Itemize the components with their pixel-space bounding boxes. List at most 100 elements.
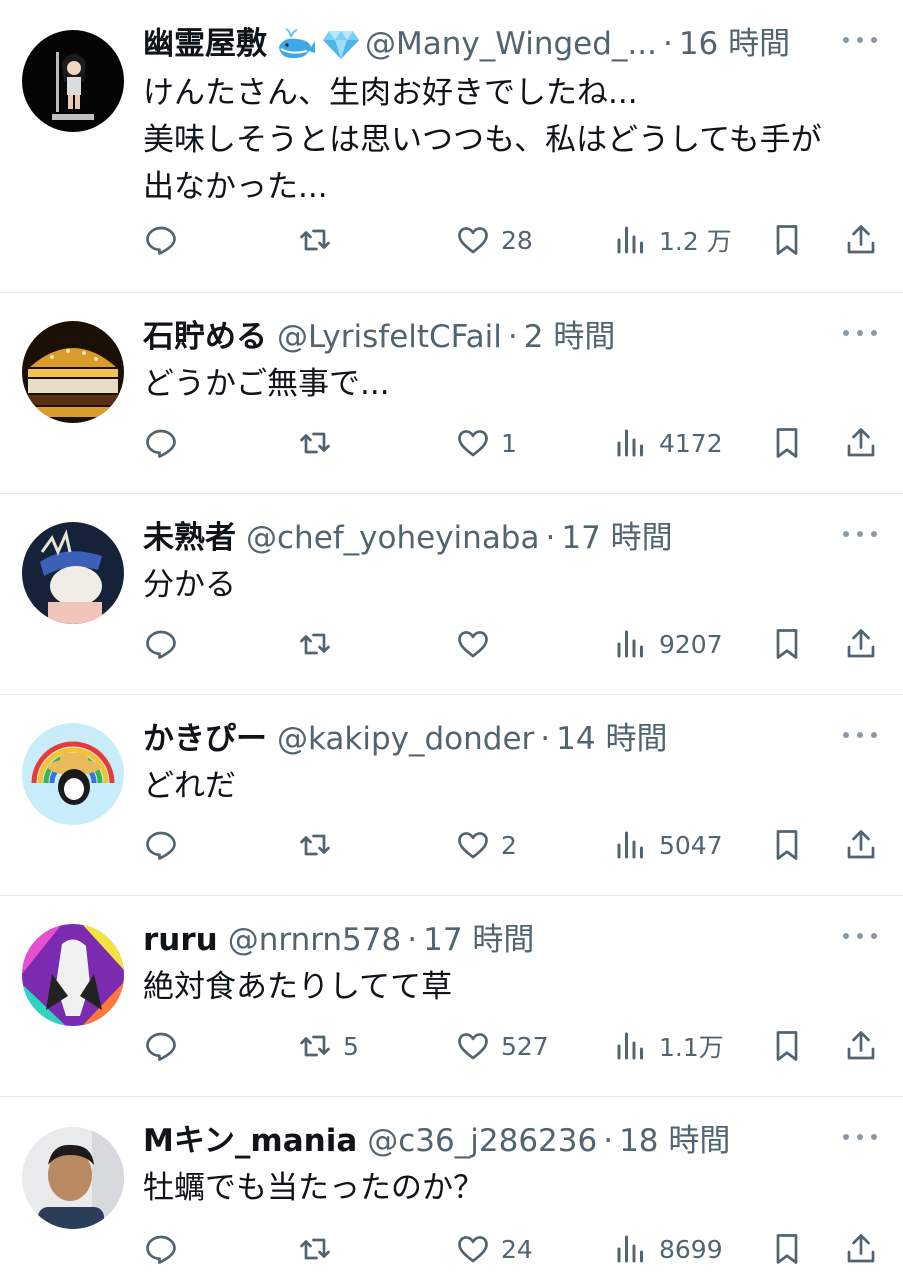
views-icon [617,831,643,859]
tweet-actions: 9207 [143,622,877,666]
retweet-button[interactable]: 5 [297,1024,359,1068]
retweet-button[interactable] [297,218,343,262]
display-name[interactable]: 未熟者 [143,512,236,564]
tweet[interactable]: ruru @nrnrn578 · 17 時間 絶対食あたりしてて草 5 527 [0,895,903,1096]
display-name[interactable]: かきぴー [143,713,267,765]
reply-button[interactable] [143,1227,189,1271]
tweet-text: 絶対食あたりしてて草 [143,964,873,1011]
reply-icon [146,831,176,860]
views-button[interactable]: 4172 [613,421,723,465]
reply-button[interactable] [143,823,189,867]
view-count: 5047 [659,830,723,860]
tweet[interactable]: 石貯める @LyrisfeltCFail · 2 時間 どうかご無事で... 1 [0,292,903,493]
more-icon[interactable] [843,323,877,343]
reply-icon [146,630,176,659]
more-icon[interactable] [843,524,877,544]
reply-icon [146,1032,176,1061]
like-button[interactable]: 24 [455,1227,533,1271]
like-button[interactable]: 1 [455,421,517,465]
more-icon[interactable] [843,30,877,50]
user-handle[interactable]: @LyrisfeltCFail [277,311,502,363]
retweet-button[interactable] [297,823,343,867]
bookmark-button[interactable] [769,1024,815,1068]
tweet[interactable]: 幽霊屋敷 @Many_Winged_... · 16 時間 けんたさん、生肉お好… [0,0,903,292]
retweet-icon [300,432,330,454]
user-handle[interactable]: @c36_j286236 [367,1115,597,1167]
tweet-text-line: けんたさん、生肉お好きでしたね... [143,75,638,111]
tweet-text: 分かる [143,562,873,609]
retweet-icon [300,1238,330,1260]
tweet-header: かきぴー @kakipy_donder · 14 時間 [143,713,833,765]
timestamp[interactable]: 16 時間 [679,18,790,70]
timestamp[interactable]: 2 時間 [524,311,616,363]
user-handle[interactable]: @chef_yoheyinaba [246,512,540,564]
views-button[interactable]: 5047 [613,823,723,867]
user-handle[interactable]: @kakipy_donder [277,713,534,765]
views-icon [617,429,643,457]
separator-dot: · [662,26,673,62]
avatar[interactable] [22,723,124,825]
retweet-button[interactable] [297,421,343,465]
reply-button[interactable] [143,622,189,666]
retweet-button[interactable] [297,622,343,666]
tweet[interactable]: 未熟者 @chef_yoheyinaba · 17 時間 分かる 9207 [0,493,903,694]
reply-button[interactable] [143,421,189,465]
bookmark-button[interactable] [769,823,815,867]
bookmark-button[interactable] [769,218,815,262]
like-button[interactable]: 527 [455,1024,549,1068]
avatar[interactable] [22,1127,124,1229]
timestamp[interactable]: 17 時間 [561,512,672,564]
bookmark-button[interactable] [769,421,815,465]
like-button[interactable]: 28 [455,218,533,262]
view-count: 4172 [659,428,723,458]
bookmark-icon [776,629,798,659]
tweet[interactable]: かきぴー @kakipy_donder · 14 時間 どれだ 2 5047 [0,694,903,895]
share-icon [847,1031,875,1060]
tweet-text-line: どれだ [143,768,236,804]
bookmark-button[interactable] [769,622,815,666]
share-button[interactable] [843,823,889,867]
bookmark-button[interactable] [769,1227,815,1271]
timestamp[interactable]: 17 時間 [423,914,534,966]
timestamp[interactable]: 14 時間 [556,713,667,765]
retweet-icon [300,633,330,655]
views-button[interactable]: 1.1万 [613,1024,724,1068]
avatar[interactable] [22,30,124,132]
views-button[interactable]: 8699 [613,1227,723,1271]
user-handle[interactable]: @Many_Winged_... [365,18,657,70]
like-button[interactable] [455,622,501,666]
like-count: 28 [501,225,533,255]
display-name[interactable]: 幽霊屋敷 [143,18,267,70]
views-button[interactable]: 9207 [613,622,723,666]
share-button[interactable] [843,218,889,262]
user-handle[interactable]: @nrnrn578 [228,914,402,966]
more-icon[interactable] [843,1127,877,1147]
share-button[interactable] [843,622,889,666]
heart-icon [458,832,488,859]
display-name[interactable]: Mキン_mania [143,1115,357,1167]
avatar[interactable] [22,321,124,423]
tweet-actions: 24 8699 [143,1227,877,1271]
separator-dot: · [507,319,518,355]
display-name[interactable]: ruru [143,914,218,966]
like-button[interactable]: 2 [455,823,517,867]
like-count: 527 [501,1031,549,1061]
more-icon[interactable] [843,725,877,745]
tweet-text: どれだ [143,763,873,810]
reply-button[interactable] [143,1024,189,1068]
timestamp[interactable]: 18 時間 [619,1115,730,1167]
views-button[interactable]: 1.2 万 [613,218,732,262]
share-button[interactable] [843,1024,889,1068]
whale-emoji-icon [277,27,317,61]
tweet-text: どうかご無事で... [143,361,873,408]
more-icon[interactable] [843,926,877,946]
avatar[interactable] [22,924,124,1026]
display-name[interactable]: 石貯める [143,311,267,363]
tweet[interactable]: Mキン_mania @c36_j286236 · 18 時間 牡蠣でも当たったの… [0,1096,903,1280]
avatar[interactable] [22,522,124,624]
share-button[interactable] [843,421,889,465]
retweet-button[interactable] [297,1227,343,1271]
share-button[interactable] [843,1227,889,1271]
like-count: 24 [501,1234,533,1264]
reply-button[interactable] [143,218,189,262]
